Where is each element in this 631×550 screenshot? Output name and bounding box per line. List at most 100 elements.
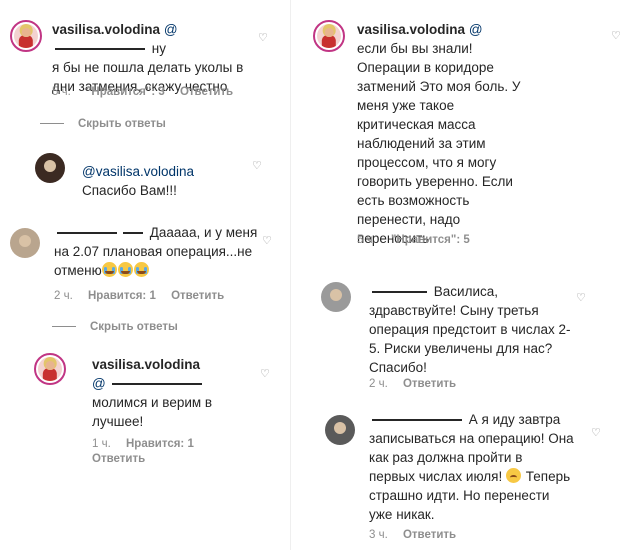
divider-line [52, 326, 76, 328]
timestamp[interactable]: 5 ч. [52, 86, 71, 98]
comment-text-line: лучшее! [92, 414, 144, 429]
reply-button[interactable]: Ответить [171, 290, 224, 302]
comment-meta: 2 ч. Ответить [369, 378, 468, 390]
avatar[interactable] [325, 415, 355, 445]
comment-user-question: Василиса, здравствуйте! Сыну третья опер… [291, 270, 631, 395]
comment-text-line: критическая масса [357, 117, 476, 132]
username-link[interactable]: vasilisa.volodina [357, 22, 465, 37]
comment-text-line: затмений Это моя боль. У [357, 79, 521, 94]
sad-face-emoji [506, 468, 521, 483]
comment-text-line: Спасибо Вам!!! [82, 183, 177, 198]
comment-text: vasilisa.volodina @ если бы вы знали! Оп… [357, 20, 547, 248]
hide-replies-button[interactable]: Скрыть ответы [52, 321, 178, 333]
comment-text: Василиса, здравствуйте! Сыну третья опер… [369, 282, 579, 377]
comment-meta: 5 ч. "Нравится": 3 Ответить [52, 86, 245, 98]
mention-link[interactable]: @ [164, 22, 178, 37]
timestamp[interactable]: 2 ч. [54, 290, 73, 302]
timestamp[interactable]: 1 ч. [92, 438, 111, 450]
comment-reply-1: @vasilisa.volodina Спасибо Вам!!! ♡ [0, 145, 290, 205]
comment-text: vasilisa.volodina @ молимся и верим в лу… [92, 355, 247, 431]
redacted-username [123, 232, 143, 235]
comment-text-line: 5. Риски увеличены для нас? [369, 341, 553, 356]
comment-text: @vasilisa.volodina Спасибо Вам!!! [82, 162, 262, 200]
heart-outline-icon[interactable]: ♡ [576, 292, 588, 304]
mention-link[interactable]: @vasilisa.volodina [82, 164, 194, 179]
reply-button[interactable]: Ответить [180, 86, 233, 98]
avatar[interactable] [321, 282, 351, 312]
comment-text-line: если бы вы знали! [357, 41, 473, 56]
comment-text-line: есть возможность [357, 193, 470, 208]
redacted-username [372, 419, 462, 422]
hide-replies-button[interactable]: Скрыть ответы [40, 118, 166, 130]
likes-count[interactable]: "Нравится": 5 [391, 234, 470, 246]
comment-meta: 2 ч. Нравится: 1 Ответить [54, 290, 236, 302]
comment-text-line: я бы не пошла делать уколы в [52, 60, 244, 75]
comment-text-line: ну [151, 41, 166, 56]
left-comment-panel: vasilisa.volodina @ ну я бы не пошла дел… [0, 0, 290, 550]
avatar[interactable] [10, 228, 40, 258]
mention-link[interactable]: @ [469, 22, 483, 37]
timestamp[interactable]: 5 ч. [357, 234, 376, 246]
username-link[interactable]: vasilisa.volodina [92, 357, 200, 372]
comment-meta: 1 ч. Нравится: 1 Ответить [92, 437, 242, 467]
crying-face-emoji [117, 262, 133, 277]
comment-text-line: перенести, надо [357, 212, 461, 227]
likes-count[interactable]: Нравится: 1 [126, 438, 194, 450]
comment-text: vasilisa.volodina @ ну я бы не пошла дел… [52, 20, 252, 96]
right-comment-panel: vasilisa.volodina @ если бы вы знали! Оп… [290, 0, 631, 550]
comment-text-line: наблюдений за этим [357, 136, 486, 151]
crying-face-emoji [133, 262, 149, 277]
redacted-text [55, 48, 145, 51]
redacted-username [57, 232, 117, 235]
comment-vasilisa-reply: vasilisa.volodina @ молимся и верим в лу… [0, 348, 290, 468]
divider-line [40, 123, 64, 125]
comment-text-line: Василиса, [433, 284, 498, 299]
reply-button[interactable]: Ответить [92, 453, 145, 465]
avatar[interactable] [34, 353, 66, 385]
redacted-text [112, 383, 203, 386]
heart-outline-icon[interactable]: ♡ [260, 368, 272, 380]
comment-text-line: записываться на операцию! Она [369, 431, 574, 446]
comment-text-line: говорить уверенно. Если [357, 174, 513, 189]
comment-text-line: как раз должна пройти в [369, 450, 523, 465]
avatar[interactable] [35, 153, 65, 183]
heart-outline-icon[interactable]: ♡ [252, 160, 264, 172]
heart-outline-icon[interactable]: ♡ [262, 235, 274, 247]
heart-outline-icon[interactable]: ♡ [258, 32, 270, 44]
comment-text-line: здравствуйте! Сыну третья [369, 303, 539, 318]
comment-text-line: молимся и верим в [92, 395, 213, 410]
comment-vasilisa-2: vasilisa.volodina @ если бы вы знали! Оп… [291, 0, 631, 255]
reply-button[interactable]: Ответить [403, 378, 456, 390]
comment-text-line: меня уже такое [357, 98, 455, 113]
comment-text: А я иду завтра записываться на операцию!… [369, 410, 589, 524]
comment-text-line: первых числах июля! [369, 469, 503, 484]
comment-text-line: страшно идти. Но перенести [369, 488, 550, 503]
comment-text-line: операция предстоит в числах 2- [369, 322, 571, 337]
comment-text-line: на 2.07 плановая операция...не [54, 244, 253, 259]
likes-count[interactable]: "Нравится": 3 [86, 86, 165, 98]
comment-text-line: уже никак. [369, 507, 435, 522]
comment-text-line: Операции в коридоре [357, 60, 494, 75]
redacted-username [372, 291, 427, 294]
comment-text-line: А я иду завтра [468, 412, 561, 427]
reply-button[interactable]: Ответить [403, 529, 456, 541]
timestamp[interactable]: 2 ч. [369, 378, 388, 390]
comment-text-line: отменю [54, 263, 102, 278]
comment-text-line: Спасибо! [369, 360, 427, 375]
comment-user-3: Дааааа, и у меня на 2.07 плановая операц… [0, 215, 290, 310]
mention-link[interactable]: @ [92, 376, 106, 391]
comment-vasilisa-1: vasilisa.volodina @ ну я бы не пошла дел… [0, 0, 290, 110]
comment-meta: 5 ч. "Нравится": 5 [357, 234, 482, 246]
timestamp[interactable]: 3 ч. [369, 529, 388, 541]
avatar[interactable] [313, 20, 345, 52]
comment-text-line: Дааааа, и у меня [149, 225, 258, 240]
likes-count[interactable]: Нравится: 1 [88, 290, 156, 302]
comment-text-line: процессом, что я могу [357, 155, 497, 170]
avatar[interactable] [10, 20, 42, 52]
heart-outline-icon[interactable]: ♡ [611, 30, 623, 42]
crying-face-emoji [101, 262, 117, 277]
comment-meta: 3 ч. Ответить [369, 529, 468, 541]
comment-text: Дааааа, и у меня на 2.07 плановая операц… [54, 223, 269, 280]
heart-outline-icon[interactable]: ♡ [591, 427, 603, 439]
username-link[interactable]: vasilisa.volodina [52, 22, 160, 37]
